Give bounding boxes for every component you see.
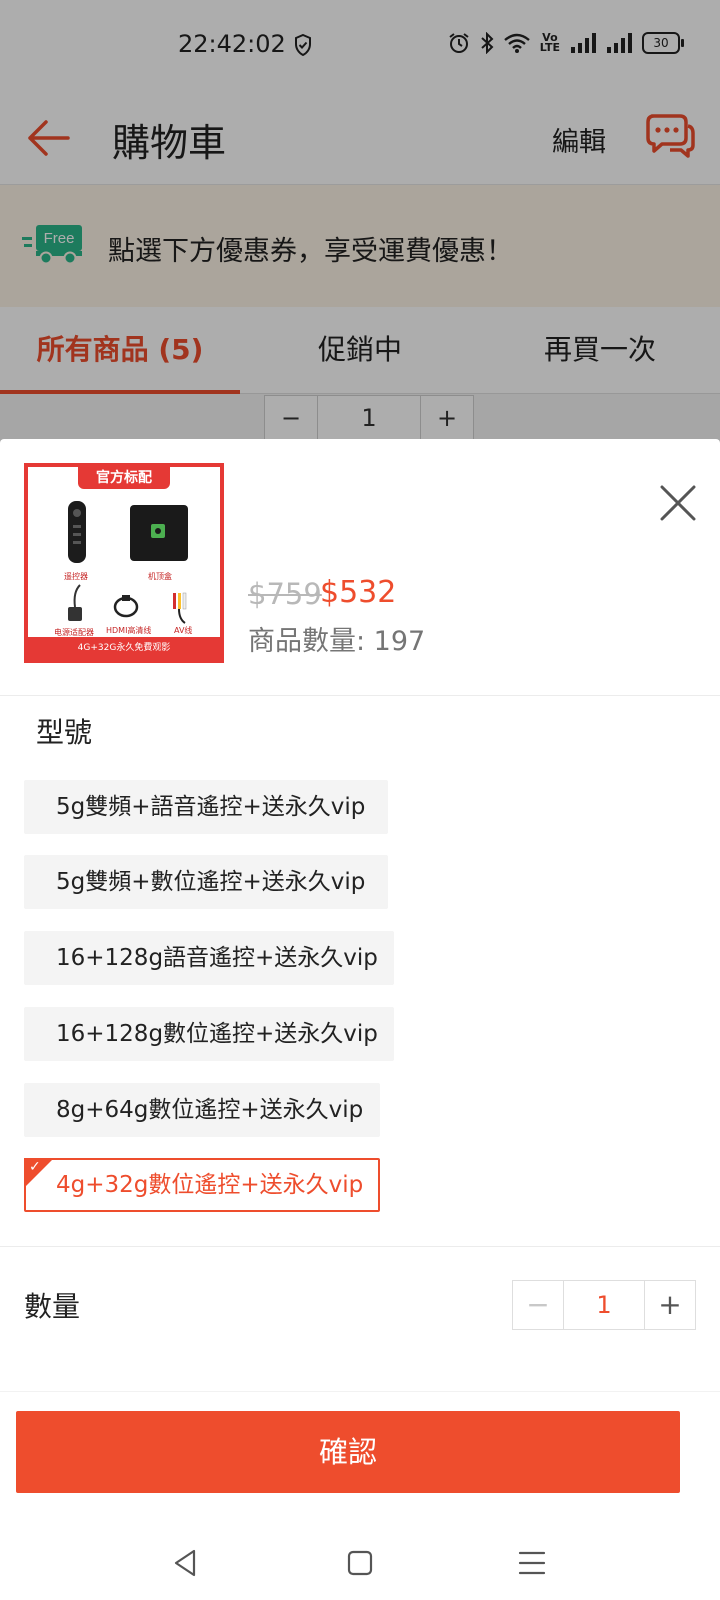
image-caption-hdmi: HDMI高清线: [106, 626, 152, 635]
variant-option-label: 4g+32g數位遙控+送永久vip: [56, 1172, 364, 1198]
image-caption-remote: 遥控器: [64, 572, 88, 581]
product-image-footer: 4G+32G永久免費观影: [28, 637, 220, 659]
close-icon[interactable]: [658, 483, 698, 523]
image-caption-box: 机顶盒: [148, 572, 172, 581]
original-price: $759: [248, 577, 322, 611]
quantity-stepper: − 1 +: [512, 1280, 696, 1330]
nav-back-icon[interactable]: [170, 1547, 202, 1579]
divider: [0, 1246, 720, 1247]
variant-option[interactable]: 8g+64g數位遙控+送永久vip: [24, 1083, 380, 1137]
image-caption-av: AV线: [174, 626, 193, 635]
variant-option[interactable]: 16+128g語音遙控+送永久vip: [24, 931, 394, 985]
nav-menu-icon[interactable]: [516, 1547, 548, 1579]
variant-option[interactable]: 5g雙頻+數位遙控+送永久vip: [24, 855, 388, 909]
variant-section-label: 型號: [36, 716, 93, 749]
quantity-plus-button[interactable]: +: [645, 1281, 695, 1329]
divider: [0, 1391, 720, 1392]
variant-selection-sheet: 官方标配 遥控器 机顶盒 电源适配器 HDMI高清线 AV线 4G+32G永久免…: [0, 439, 720, 1600]
system-nav-bar: [0, 1525, 720, 1600]
confirm-button[interactable]: 確認: [16, 1411, 680, 1493]
check-icon: ✓: [29, 1159, 41, 1175]
current-price: $532: [320, 575, 397, 610]
stock-count: 商品數量: 197: [248, 626, 426, 657]
divider: [0, 695, 720, 696]
variant-option-selected[interactable]: ✓ 4g+32g數位遙控+送永久vip: [24, 1158, 380, 1212]
quantity-input[interactable]: 1: [563, 1281, 645, 1329]
variant-option[interactable]: 16+128g數位遙控+送永久vip: [24, 1007, 394, 1061]
product-image: 官方标配 遥控器 机顶盒 电源适配器 HDMI高清线 AV线 4G+32G永久免…: [24, 463, 224, 663]
quantity-minus-button[interactable]: −: [513, 1281, 563, 1329]
nav-home-icon[interactable]: [344, 1547, 376, 1579]
variant-option[interactable]: 5g雙頻+語音遙控+送永久vip: [24, 780, 388, 834]
quantity-label: 數量: [24, 1290, 81, 1323]
